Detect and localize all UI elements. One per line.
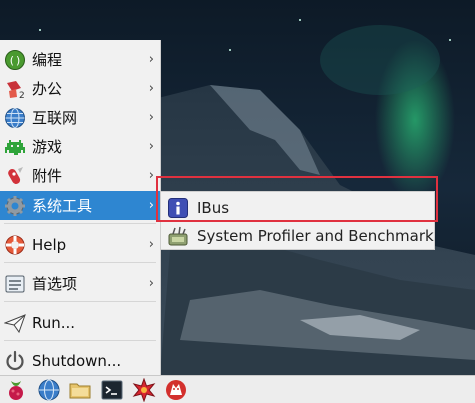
menu-item-label: 办公 <box>32 80 63 98</box>
menu-item-label: 附件 <box>32 167 63 185</box>
preferences-icon <box>5 275 25 292</box>
system-tools-gear-icon <box>5 195 25 216</box>
mathematica-star-icon[interactable] <box>132 378 156 402</box>
svg-text:2: 2 <box>19 91 25 100</box>
file-manager-folder-icon[interactable] <box>68 378 92 402</box>
submenu-item-label: System Profiler and Benchmark <box>197 227 434 245</box>
terminal-icon[interactable] <box>100 378 124 402</box>
menu-separator <box>4 262 156 263</box>
submenu-arrow-icon: › <box>148 276 154 291</box>
wolfram-icon[interactable] <box>164 378 188 402</box>
menu-item-help[interactable]: Help › <box>0 230 160 259</box>
menu-item-label: 系统工具 <box>32 197 93 215</box>
menu-item-preferences[interactable]: 首选项 › <box>0 269 160 298</box>
accessories-knife-icon <box>8 166 23 184</box>
submenu-arrow-icon: › <box>148 237 154 252</box>
menu-item-internet[interactable]: 互联网 › <box>0 103 160 132</box>
menu-separator <box>4 223 156 224</box>
applications-menu: () 编程 › 2 办公 › 互联网 › 游戏 › 附件 › 系统工具 › He… <box>0 40 161 375</box>
menu-item-office[interactable]: 2 办公 › <box>0 74 160 103</box>
menu-item-run[interactable]: Run... <box>0 308 160 337</box>
run-paper-plane-icon <box>4 313 26 333</box>
submenu-arrow-icon: › <box>148 168 154 183</box>
office-icon: 2 <box>7 80 25 100</box>
menu-item-label: Help <box>32 235 67 254</box>
menu-item-label: Shutdown... <box>32 351 122 370</box>
menu-item-label: 游戏 <box>32 138 63 156</box>
svg-text:(): () <box>8 54 21 67</box>
menu-item-label: 编程 <box>32 51 63 69</box>
menu-item-programming[interactable]: () 编程 › <box>0 45 160 74</box>
games-invader-icon <box>5 139 25 155</box>
menu-item-label: 首选项 <box>32 275 78 293</box>
submenu-item-system-profiler[interactable]: System Profiler and Benchmark <box>161 222 436 250</box>
submenu-arrow-icon: › <box>148 81 154 96</box>
system-profiler-icon <box>168 226 188 246</box>
power-icon <box>6 350 24 370</box>
submenu-arrow-icon: › <box>148 139 154 154</box>
menu-item-label: Run... <box>32 313 76 332</box>
raspberry-menu-icon[interactable] <box>4 378 28 402</box>
menu-item-system-tools[interactable]: 系统工具 › <box>0 191 160 220</box>
menu-item-shutdown[interactable]: Shutdown... <box>0 346 160 375</box>
help-lifebuoy-icon <box>5 235 25 254</box>
submenu-arrow-icon: › <box>148 198 154 213</box>
programming-icon: () <box>5 49 25 70</box>
menu-item-label: 互联网 <box>32 109 78 127</box>
internet-globe-icon <box>5 107 25 128</box>
submenu-arrow-icon: › <box>148 110 154 125</box>
highlight-box <box>156 176 438 222</box>
taskbar <box>0 375 475 403</box>
menu-separator <box>4 301 156 302</box>
submenu-arrow-icon: › <box>148 52 154 67</box>
web-browser-globe-icon[interactable] <box>37 378 61 402</box>
menu-separator <box>4 340 156 341</box>
menu-item-accessories[interactable]: 附件 › <box>0 161 160 190</box>
menu-item-games[interactable]: 游戏 › <box>0 132 160 161</box>
